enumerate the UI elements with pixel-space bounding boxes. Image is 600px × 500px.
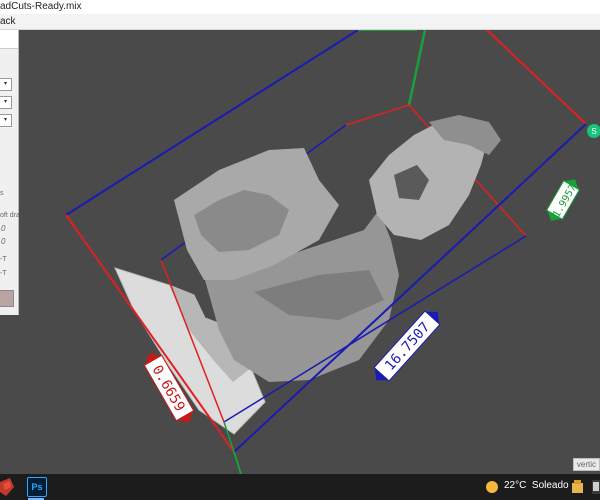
chevron-down-icon: ▾ [3,99,7,105]
tray-icon[interactable] [592,480,600,494]
tray-icon[interactable] [572,480,583,493]
view-hint: vertic [572,458,600,471]
panel-label-t1: -T [0,256,7,263]
viewport-canvas[interactable]: 0.6659 16.7507 1.9957 S [19,30,600,474]
panel-header [0,30,18,49]
menu-bar: ack [0,14,600,30]
dropdown-1[interactable]: ▾ [0,78,12,91]
weather-temperature: 22°C [504,480,527,491]
dropdown-2[interactable]: ▾ [0,96,12,109]
menu-item-back[interactable]: ack [0,14,16,29]
window-title: adCuts-Ready.mix [0,1,82,12]
dimension-depth-value: 16.7507 [382,319,433,374]
bbox-edge-green [407,30,427,106]
app-icon[interactable] [0,478,14,496]
weather-condition: Soleado [531,480,569,491]
chevron-down-icon: ▾ [3,81,7,87]
chevron-down-icon: ▾ [3,117,7,123]
dropdown-3[interactable]: ▾ [0,114,12,127]
3d-viewport[interactable]: 0.6659 16.7507 1.9957 S vertic [19,30,600,474]
gizmo-handle-label: S [591,127,596,136]
dimension-height[interactable]: 1.9957 [543,175,583,226]
panel-value-1[interactable]: 0 [1,224,5,233]
color-swatch[interactable] [0,290,14,307]
sun-icon[interactable] [486,481,498,493]
taskbar: Ps 22°C Soleado [0,474,600,500]
panel-label-1: s [0,190,4,197]
panel-value-2[interactable]: 0 [1,237,5,246]
properties-panel: ▾ ▾ ▾ s oft drag 0 0 -T -T [0,30,24,315]
panel-label-t2: -T [0,270,7,277]
bbox-edge-red [345,104,410,126]
window-titlebar: adCuts-Ready.mix [0,0,600,14]
photoshop-taskbar-icon[interactable]: Ps [27,477,47,497]
weather-widget[interactable]: 22°C Soleado [504,480,569,491]
bbox-edge-red [486,30,587,125]
bbox-edge-green [233,451,242,474]
